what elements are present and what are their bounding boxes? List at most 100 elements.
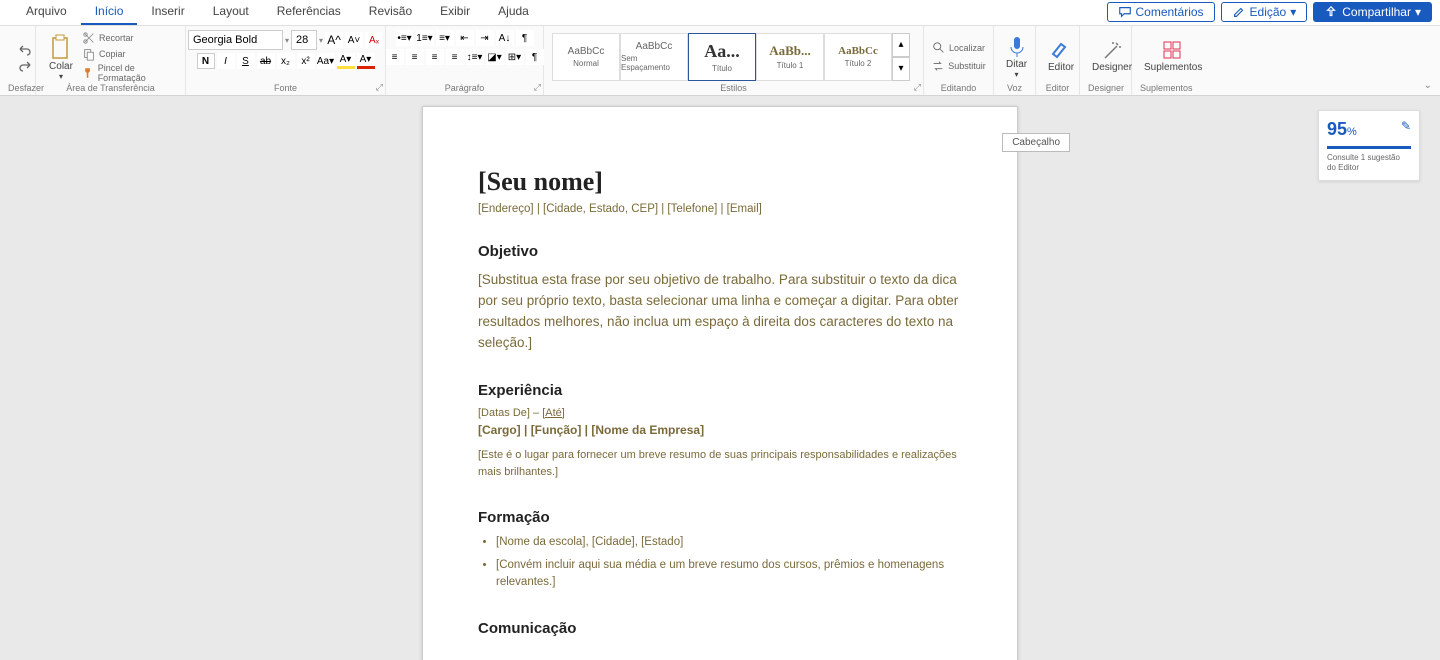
experience-dates[interactable]: [Datas De] – [Até] xyxy=(478,407,962,419)
format-painter-button[interactable]: Pincel de Formatação xyxy=(82,63,177,83)
clear-format-button[interactable]: Aₓ xyxy=(365,32,383,48)
addins-group-label: Suplementos xyxy=(1140,83,1192,95)
document-workspace[interactable]: Cabeçalho [Seu nome] [Endereço] | [Cidad… xyxy=(0,96,1440,660)
tab-inicio[interactable]: Início xyxy=(81,0,138,25)
editor-icon xyxy=(1050,40,1072,62)
editor-pen-icon: ✎ xyxy=(1401,119,1411,133)
italic-button[interactable]: I xyxy=(217,53,235,69)
highlight-button[interactable]: A▾ xyxy=(337,53,355,69)
list-item[interactable]: [Nome da escola], [Cidade], [Estado] xyxy=(496,534,962,551)
objective-text[interactable]: [Substitua esta frase por seu objetivo d… xyxy=(478,270,962,354)
editor-button[interactable]: Editor xyxy=(1044,38,1078,75)
grow-font-button[interactable]: A^ xyxy=(325,32,343,48)
chevron-down-icon: ▾ xyxy=(1015,70,1019,79)
numbering-button[interactable]: 1≡▾ xyxy=(416,30,434,46)
designer-button[interactable]: Designer xyxy=(1088,38,1136,75)
shading-button[interactable]: ◪▾ xyxy=(486,49,504,65)
scissors-icon xyxy=(82,31,96,45)
font-size-dropdown[interactable]: ▾ xyxy=(319,36,323,45)
heading-objective[interactable]: Objetivo xyxy=(478,243,962,260)
superscript-button[interactable]: x² xyxy=(297,53,315,69)
copy-button[interactable]: Copiar xyxy=(82,47,177,61)
styles-more-button[interactable]: ▾ xyxy=(892,57,910,81)
font-name-dropdown[interactable]: ▾ xyxy=(285,36,289,45)
subscript-button[interactable]: x₂ xyxy=(277,53,295,69)
tab-ajuda[interactable]: Ajuda xyxy=(484,0,543,25)
editor-score-panel[interactable]: ✎ 95% Consulte 1 sugestão do Editor xyxy=(1318,110,1420,181)
heading-experience[interactable]: Experiência xyxy=(478,382,962,399)
indent-button[interactable]: ⇥ xyxy=(476,30,494,46)
show-marks-button[interactable]: ¶ xyxy=(516,30,534,46)
doc-title[interactable]: [Seu nome] xyxy=(478,167,962,197)
undo-icon[interactable] xyxy=(17,42,33,56)
bold-button[interactable]: N xyxy=(197,53,215,69)
share-button[interactable]: Compartilhar ▾ xyxy=(1313,2,1432,22)
justify-button[interactable]: ≡ xyxy=(446,49,464,65)
style-normal[interactable]: AaBbCcNormal xyxy=(552,33,620,81)
pilcrow-button[interactable]: ¶ xyxy=(526,49,544,65)
list-item[interactable]: [Convém incluir aqui sua média e um brev… xyxy=(496,557,962,592)
addins-button[interactable]: Suplementos xyxy=(1140,38,1206,75)
wand-icon xyxy=(1101,40,1123,62)
pencil-icon xyxy=(1232,5,1246,19)
tab-arquivo[interactable]: Arquivo xyxy=(12,0,81,25)
heading-education[interactable]: Formação xyxy=(478,509,962,526)
tab-exibir[interactable]: Exibir xyxy=(426,0,484,25)
cut-button[interactable]: Recortar xyxy=(82,31,177,45)
collapse-ribbon-button[interactable]: ⌄ xyxy=(1424,80,1432,91)
styles-gallery[interactable]: AaBbCcNormal AaBbCcSem Espaçamento Aa...… xyxy=(552,33,906,81)
redo-icon[interactable] xyxy=(17,58,33,72)
grid-icon xyxy=(1162,40,1184,62)
share-label: Compartilhar xyxy=(1342,5,1411,19)
font-color-button[interactable]: A▾ xyxy=(357,53,375,69)
tab-layout[interactable]: Layout xyxy=(199,0,263,25)
sort-button[interactable]: A↓ xyxy=(496,30,514,46)
paragraph-dialog-launcher[interactable]: ⤢ xyxy=(534,82,541,93)
editing-mode-button[interactable]: Edição ▾ xyxy=(1221,2,1308,22)
education-list[interactable]: [Nome da escola], [Cidade], [Estado] [Co… xyxy=(478,534,962,592)
style-title[interactable]: Aa...Título xyxy=(688,33,756,81)
find-button[interactable]: Localizar xyxy=(932,41,985,55)
shrink-font-button[interactable]: A˅ xyxy=(345,32,363,48)
paste-label: Colar xyxy=(49,61,73,72)
job-desc[interactable]: [Este é o lugar para fornecer um breve r… xyxy=(478,447,962,481)
align-left-button[interactable]: ≡ xyxy=(386,49,404,65)
borders-button[interactable]: ⊞▾ xyxy=(506,49,524,65)
font-dialog-launcher[interactable]: ⤢ xyxy=(376,82,383,93)
replace-button[interactable]: Substituir xyxy=(931,59,986,73)
style-heading2[interactable]: AaBbCcTítulo 2 xyxy=(824,33,892,81)
styles-dialog-launcher[interactable]: ⤢ xyxy=(914,82,921,93)
align-center-button[interactable]: ≡ xyxy=(406,49,424,65)
ribbon: Desfazer Colar ▾ Recortar Copiar Pincel … xyxy=(0,26,1440,96)
clipboard-icon xyxy=(48,33,74,61)
bullets-button[interactable]: •≡▾ xyxy=(396,30,414,46)
editor-panel-text1: Consulte 1 xyxy=(1327,153,1365,162)
align-right-button[interactable]: ≡ xyxy=(426,49,444,65)
underline-button[interactable]: S xyxy=(237,53,255,69)
style-heading1[interactable]: AaBb...Título 1 xyxy=(756,33,824,81)
multilevel-button[interactable]: ≡▾ xyxy=(436,30,454,46)
job-line[interactable]: [Cargo] | [Função] | [Nome da Empresa] xyxy=(478,423,962,437)
clipboard-group-label: Área de Transferência xyxy=(44,83,177,95)
tab-inserir[interactable]: Inserir xyxy=(137,0,198,25)
strike-button[interactable]: ab xyxy=(257,53,275,69)
font-name-input[interactable] xyxy=(188,30,283,50)
line-spacing-button[interactable]: ↕≡▾ xyxy=(466,49,484,65)
styles-up-button[interactable]: ▴ xyxy=(892,33,910,57)
change-case-button[interactable]: Aa▾ xyxy=(317,53,335,69)
comments-button[interactable]: Comentários xyxy=(1107,2,1215,22)
outdent-button[interactable]: ⇤ xyxy=(456,30,474,46)
menu-tabs: Arquivo Início Inserir Layout Referência… xyxy=(0,0,1440,26)
font-size-input[interactable] xyxy=(291,30,317,50)
header-tag[interactable]: Cabeçalho xyxy=(1002,133,1070,152)
search-icon xyxy=(932,41,946,55)
heading-communication[interactable]: Comunicação xyxy=(478,620,962,637)
dates-to-link[interactable]: [Até] xyxy=(542,407,565,419)
doc-contact[interactable]: [Endereço] | [Cidade, Estado, CEP] | [Te… xyxy=(478,203,962,215)
document-page[interactable]: Cabeçalho [Seu nome] [Endereço] | [Cidad… xyxy=(422,106,1018,660)
tab-revisao[interactable]: Revisão xyxy=(355,0,426,25)
style-no-spacing[interactable]: AaBbCcSem Espaçamento xyxy=(620,33,688,81)
paste-button[interactable]: Colar ▾ xyxy=(44,31,78,83)
dictate-button[interactable]: Ditar▾ xyxy=(1002,33,1031,81)
tab-referencias[interactable]: Referências xyxy=(263,0,355,25)
